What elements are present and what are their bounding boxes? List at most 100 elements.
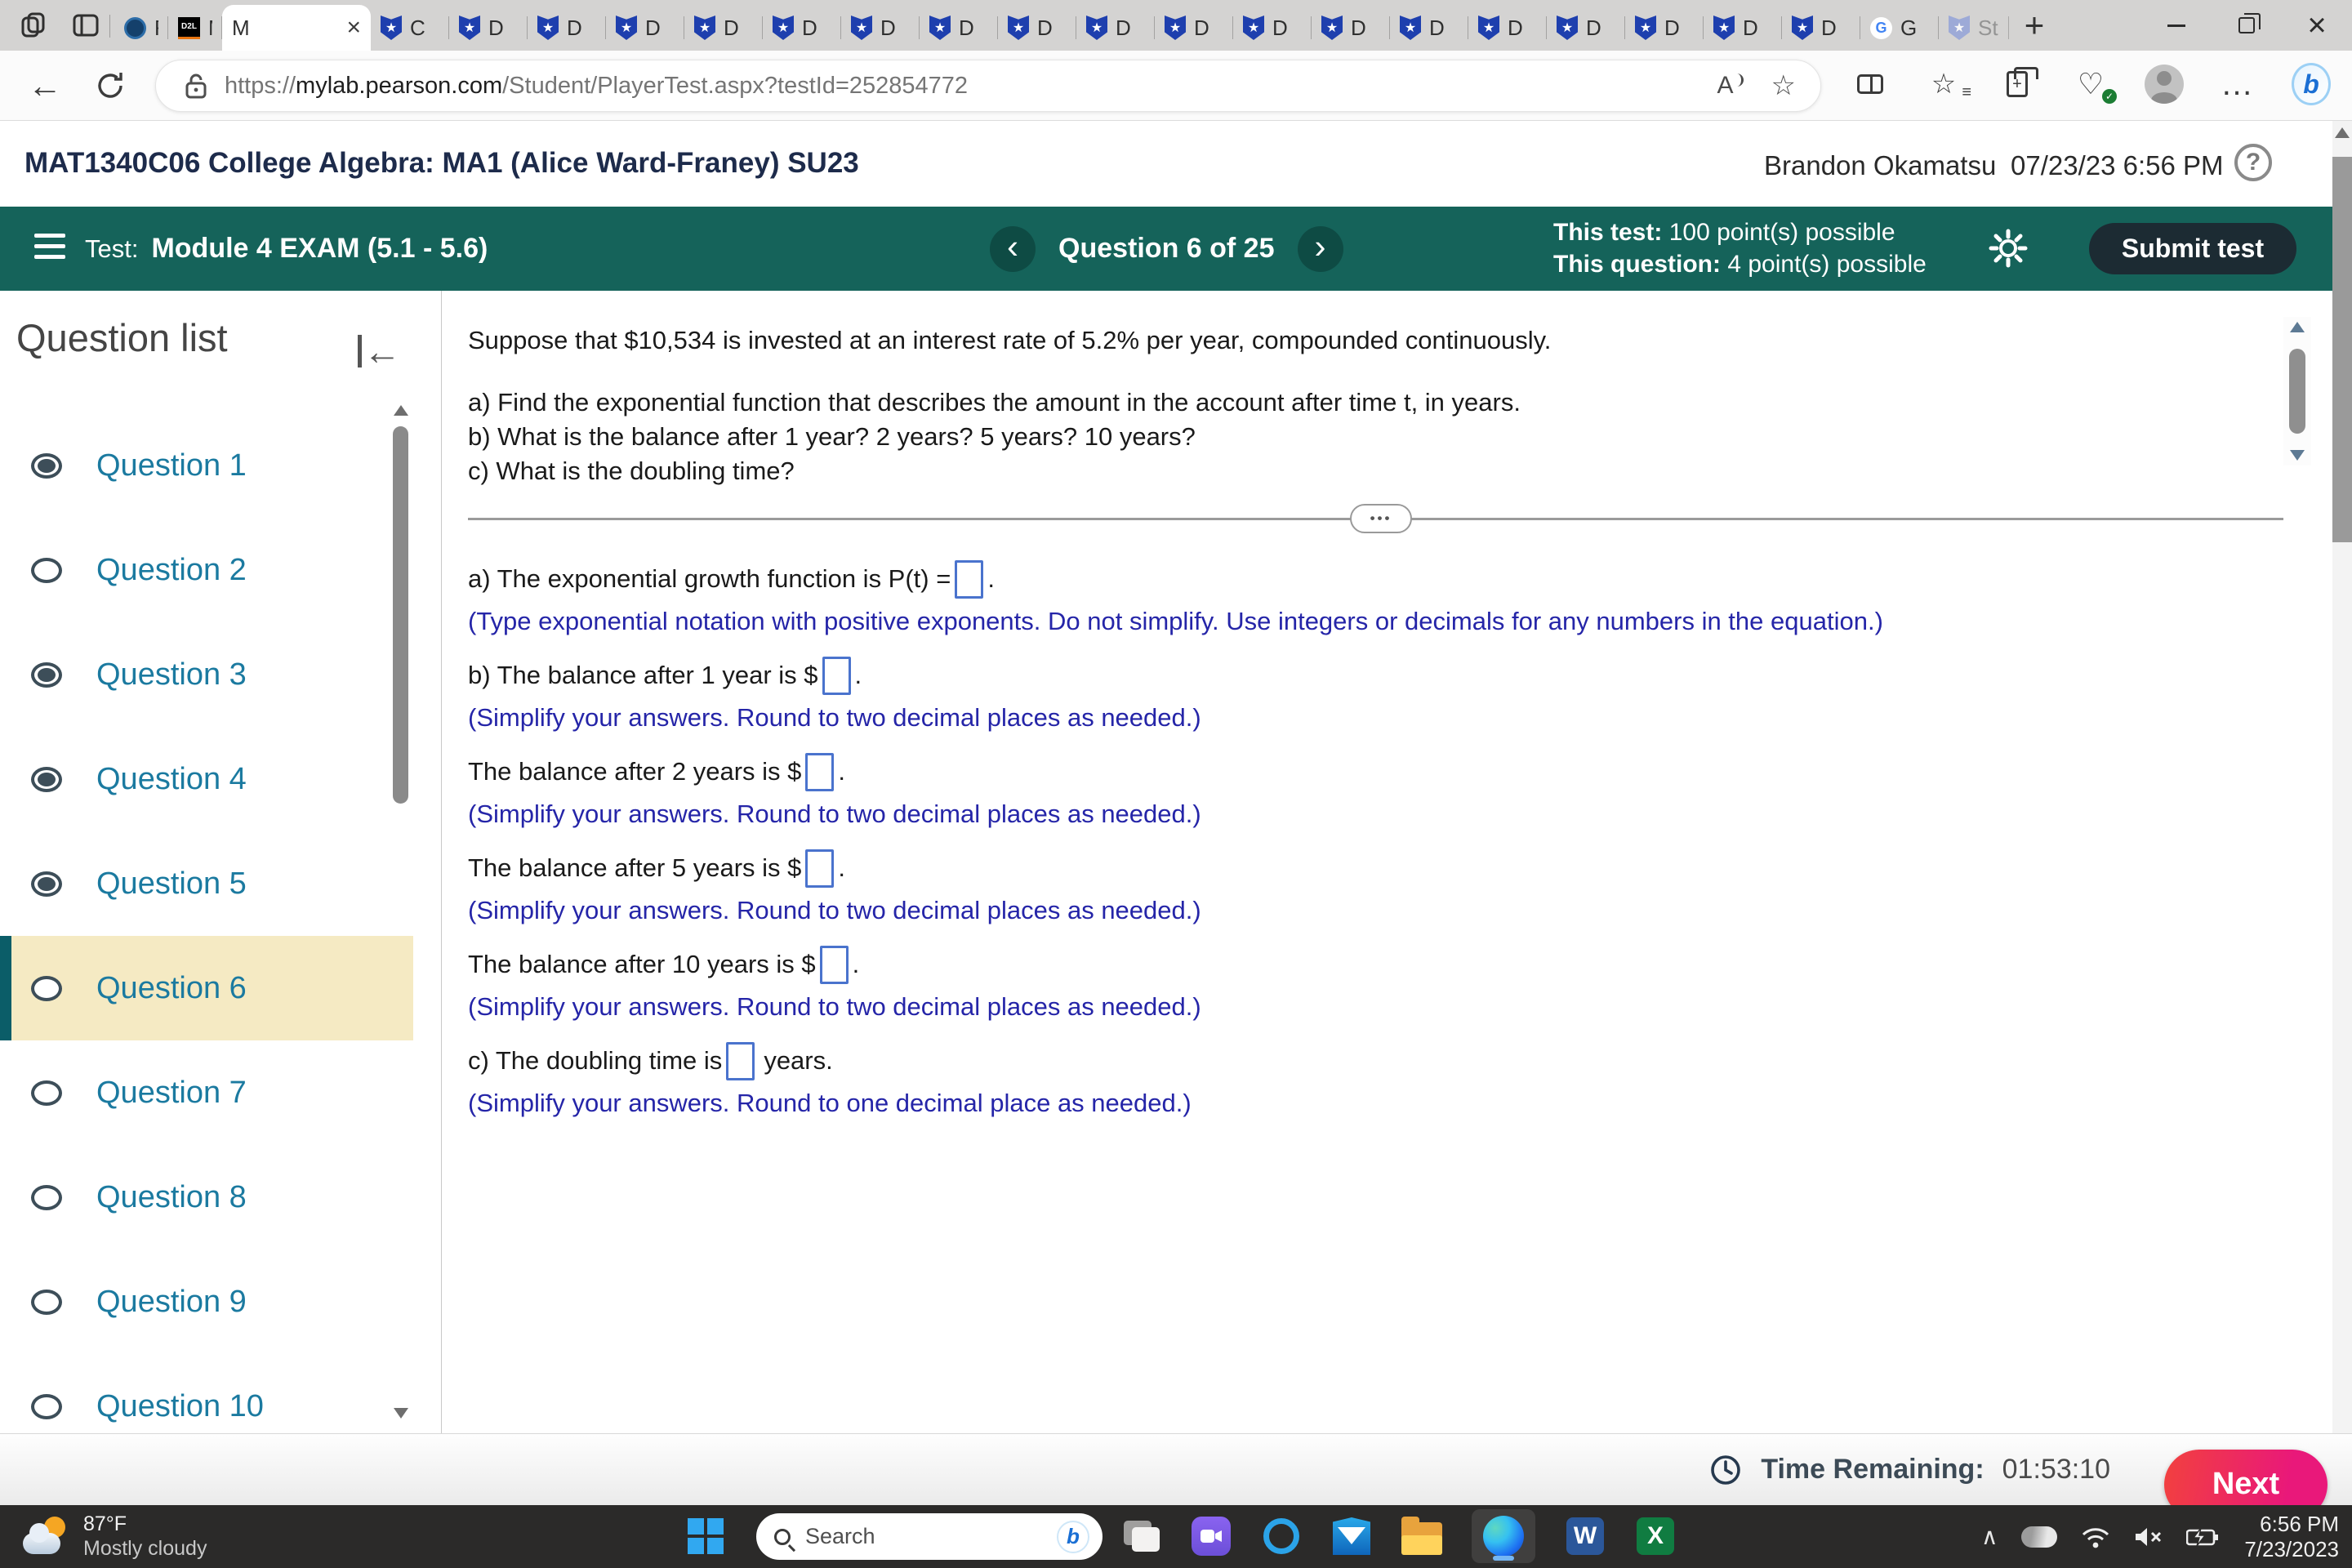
sidebar-item-question-3[interactable]: Question 3 <box>0 622 413 727</box>
answer-input-box[interactable] <box>805 752 835 791</box>
browser-tab[interactable]: ★ D <box>528 5 606 51</box>
tab-title: C <box>410 15 425 40</box>
browser-tab[interactable]: ★ D <box>1547 5 1625 51</box>
browser-tab[interactable]: ★ D <box>998 5 1076 51</box>
tray-chevron-icon[interactable]: ∧ <box>1981 1523 1998 1550</box>
answer-text-after: . <box>838 757 846 786</box>
browser-tab[interactable]: ★ D <box>763 5 841 51</box>
previous-question-button[interactable]: ‹ <box>990 225 1036 272</box>
tab-title: D <box>1664 15 1680 40</box>
collections-icon[interactable]: + <box>1998 65 2038 104</box>
sidebar-item-question-10[interactable]: Question 10 <box>0 1354 413 1433</box>
edge-browser-icon-active[interactable] <box>1472 1509 1535 1563</box>
browser-tab[interactable]: ★ D <box>1155 5 1233 51</box>
content-scroll-up-arrow[interactable] <box>2290 322 2305 332</box>
menu-icon[interactable] <box>34 234 65 259</box>
file-explorer-icon[interactable] <box>1401 1516 1442 1557</box>
divider-expand-handle[interactable]: ••• <box>1350 504 1412 533</box>
browser-tab[interactable]: ★ D <box>1625 5 1704 51</box>
task-view-icon[interactable] <box>1120 1516 1161 1557</box>
browser-tab[interactable]: ★ D <box>684 5 763 51</box>
taskbar-clock[interactable]: 6:56 PM 7/23/2023 <box>2244 1512 2339 1562</box>
wifi-icon[interactable] <box>2080 1525 2111 1549</box>
sidebar-item-question-2[interactable]: Question 2 <box>0 518 413 622</box>
excel-app-icon[interactable]: X <box>1635 1516 1676 1557</box>
taskbar-search[interactable]: Search b <box>756 1513 1102 1560</box>
browser-tab[interactable]: ★ C <box>371 5 449 51</box>
content-scroll-down-arrow[interactable] <box>2290 450 2305 461</box>
window-close-button[interactable]: × <box>2282 0 2352 51</box>
browser-scrollbar-thumb[interactable] <box>2332 157 2352 542</box>
battery-charging-icon[interactable] <box>2185 1526 2219 1548</box>
next-question-button[interactable]: › <box>1297 225 1343 272</box>
add-favorite-icon[interactable]: ☆ <box>1771 69 1796 102</box>
browser-tab[interactable]: ★ D <box>449 5 528 51</box>
answer-input-box[interactable] <box>726 1041 755 1080</box>
answer-input-box[interactable] <box>819 945 849 984</box>
read-aloud-icon[interactable]: A <box>1717 72 1744 100</box>
browser-tab-active[interactable]: M × <box>222 5 371 51</box>
answer-input-box[interactable] <box>805 849 835 888</box>
browser-tab[interactable]: GG <box>1860 5 1939 51</box>
window-restore-button[interactable] <box>2212 0 2282 51</box>
sidebar-scroll-up-arrow[interactable] <box>394 405 408 416</box>
cortana-icon[interactable] <box>1261 1516 1302 1557</box>
browser-tab[interactable]: ★ D <box>841 5 920 51</box>
browser-tab[interactable]: ★ D <box>1704 5 1782 51</box>
workspaces-icon[interactable] <box>20 11 47 39</box>
browser-tab[interactable]: ★ D <box>1312 5 1390 51</box>
sidebar-item-question-7[interactable]: Question 7 <box>0 1040 413 1145</box>
browser-tab[interactable]: ★ D <box>1468 5 1547 51</box>
clock-date: 7/23/2023 <box>2244 1537 2339 1561</box>
bing-chat-icon[interactable]: b <box>2292 63 2331 105</box>
answer-input-box[interactable] <box>955 559 984 599</box>
browser-tab[interactable]: ★ D <box>1076 5 1155 51</box>
new-tab-button[interactable]: + <box>2016 6 2053 44</box>
submit-test-button[interactable]: Submit test <box>2089 223 2296 274</box>
answer-text-after: . <box>854 661 862 689</box>
browser-tab[interactable]: ★ St <box>1939 5 2009 51</box>
mail-app-icon[interactable] <box>1331 1516 1372 1557</box>
volume-muted-icon[interactable] <box>2134 1526 2163 1548</box>
browser-tab[interactable]: ★ D <box>920 5 998 51</box>
sidebar-item-question-9[interactable]: Question 9 <box>0 1250 413 1354</box>
browser-tab[interactable]: D2L M <box>168 5 222 51</box>
sidebar-item-question-4[interactable]: Question 4 <box>0 727 413 831</box>
split-screen-icon[interactable] <box>1851 65 1890 104</box>
answer-input-box[interactable] <box>822 656 851 695</box>
browser-tab[interactable]: ★ D <box>1233 5 1312 51</box>
browser-tab[interactable]: ★ D <box>1390 5 1468 51</box>
sidebar-item-question-6[interactable]: Question 6 <box>0 936 413 1040</box>
sidebar-item-question-8[interactable]: Question 8 <box>0 1145 413 1250</box>
content-divider: ••• <box>468 504 2283 533</box>
back-button[interactable]: ← <box>26 66 64 105</box>
sidebar-scrollbar-thumb[interactable] <box>393 426 408 804</box>
browser-tab[interactable]: ★ D <box>1782 5 1860 51</box>
browser-tab[interactable]: R <box>114 5 168 51</box>
settings-menu-icon[interactable]: … <box>2218 65 2257 104</box>
browser-essentials-icon[interactable]: ♡ <box>2071 65 2117 104</box>
lock-icon[interactable] <box>185 73 207 99</box>
browser-scroll-up-arrow[interactable] <box>2335 127 2350 138</box>
word-app-icon[interactable]: W <box>1565 1516 1606 1557</box>
sidebar-item-question-5[interactable]: Question 5 <box>0 831 413 936</box>
sidebar-scroll-down-arrow[interactable] <box>394 1408 408 1419</box>
content-scrollbar-thumb[interactable] <box>2289 349 2305 434</box>
sidebar-item-question-1[interactable]: Question 1 <box>0 413 413 518</box>
taskbar-weather-widget[interactable]: 87°F Mostly cloudy <box>23 1512 207 1561</box>
collapse-panel-icon[interactable]: ← <box>358 332 403 370</box>
help-button[interactable]: ? <box>2234 144 2272 181</box>
onedrive-icon[interactable] <box>2020 1526 2057 1548</box>
address-bar[interactable]: https://mylab.pearson.com/Student/Player… <box>155 60 1821 112</box>
tab-close-icon[interactable]: × <box>346 16 361 40</box>
gear-icon[interactable] <box>1986 226 2030 270</box>
profile-avatar[interactable] <box>2145 65 2184 104</box>
window-minimize-button[interactable] <box>2141 0 2212 51</box>
chat-app-icon[interactable] <box>1191 1516 1232 1557</box>
browser-tab[interactable]: ★ D <box>606 5 684 51</box>
start-button[interactable] <box>688 1518 725 1556</box>
refresh-button[interactable] <box>91 67 129 105</box>
tab-actions-icon[interactable] <box>72 11 100 39</box>
favorites-icon[interactable]: ☆ <box>1924 65 1971 104</box>
answer-statement: The balance after 5 years is $. <box>468 845 2283 891</box>
